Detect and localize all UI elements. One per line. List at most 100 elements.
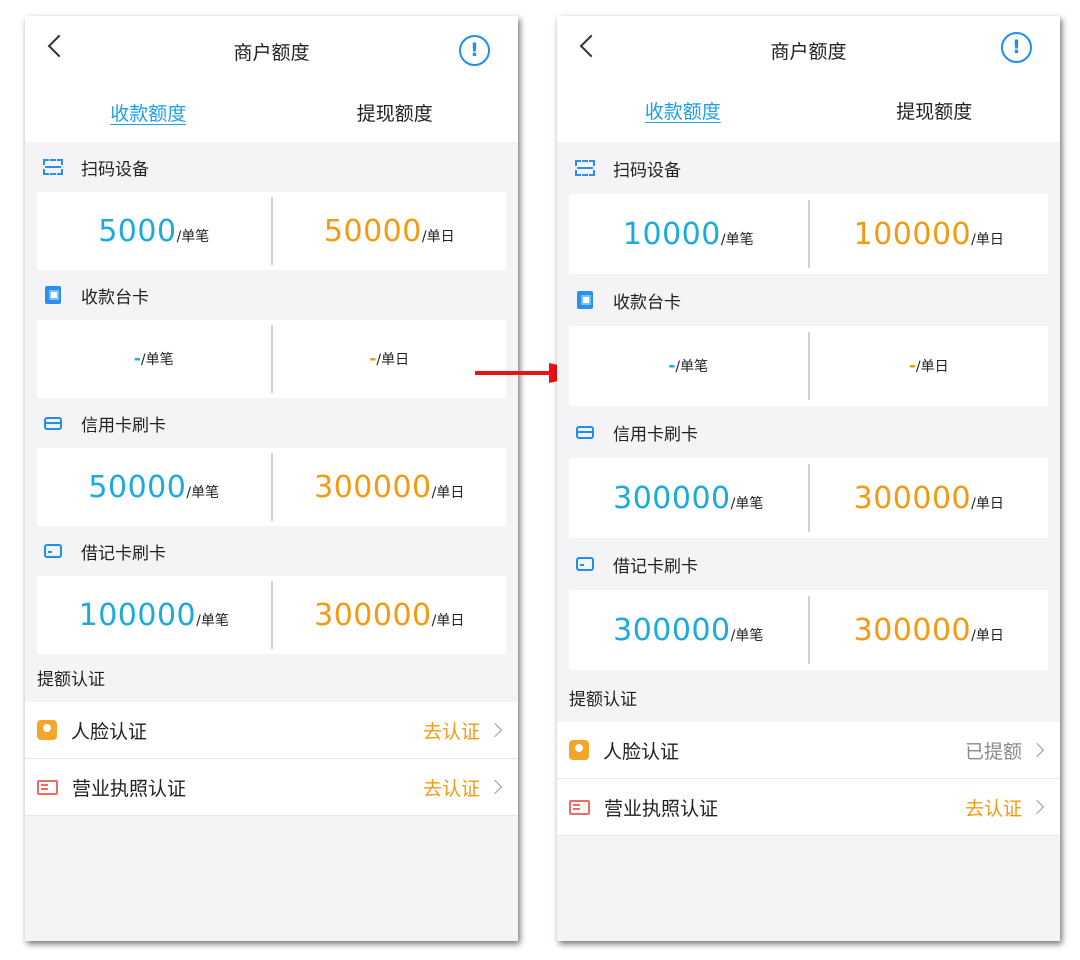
cert-label: 人脸认证: [71, 720, 148, 743]
info-icon[interactable]: !: [1001, 32, 1032, 63]
daily-limit-unit: /单日: [431, 484, 465, 501]
cert-row-license[interactable]: 营业执照认证 去认证: [557, 779, 1060, 836]
daily-limit-value: 300000: [314, 469, 432, 505]
chevron-right-icon: [487, 779, 503, 795]
single-limit-value: 10000: [622, 216, 721, 252]
single-limit-unit: /单笔: [176, 228, 210, 245]
daily-limit: 100000/单日: [810, 217, 1049, 252]
page-title: 商户额度: [770, 41, 847, 63]
single-limit-unit: /单笔: [140, 352, 174, 368]
daily-limit-unit: /单日: [971, 495, 1004, 512]
tab-withdraw-limit[interactable]: 提现额度: [809, 82, 1061, 142]
single-limit-unit: /单笔: [186, 484, 220, 501]
section-title: 信用卡刷卡: [81, 415, 166, 436]
qr-card-icon: [575, 291, 595, 309]
cert-status: 已提额: [964, 740, 1022, 763]
single-limit-unit: /单笔: [675, 359, 709, 375]
single-limit-value: 5000: [98, 213, 177, 249]
chevron-right-icon: [1029, 742, 1045, 758]
license-icon: [569, 799, 590, 815]
phone-screen-before: 商户额度 ! 收款额度 提现额度 扫码设备 5000/单笔 50000/单日 收…: [25, 16, 518, 941]
cert-status: 去认证: [422, 720, 480, 743]
daily-limit-value: -: [908, 356, 916, 376]
header: 商户额度 !: [25, 16, 518, 86]
single-limit-unit: /单笔: [196, 612, 229, 629]
daily-limit-value: 50000: [323, 213, 422, 249]
section-qr-card: 收款台卡: [557, 274, 1060, 326]
single-limit: 10000/单笔: [569, 217, 808, 252]
section-title: 扫码设备: [81, 159, 149, 180]
credit-card-icon: [575, 423, 595, 441]
single-limit-unit: /单笔: [730, 627, 764, 644]
daily-limit: 300000/单日: [810, 613, 1049, 648]
cert-row-face[interactable]: 人脸认证 去认证: [25, 702, 518, 759]
single-limit-value: 300000: [613, 612, 731, 648]
credit-card-icon: [43, 414, 63, 432]
info-icon[interactable]: !: [459, 35, 490, 66]
chevron-right-icon: [487, 722, 503, 738]
cert-row-face[interactable]: 人脸认证 已提额: [557, 722, 1060, 779]
cert-label: 人脸认证: [603, 740, 680, 763]
scan-icon: [43, 158, 63, 176]
cert-row-license[interactable]: 营业执照认证 去认证: [25, 759, 518, 816]
qr-card-icon: [43, 286, 63, 304]
single-limit: 300000/单笔: [569, 613, 808, 648]
face-icon: [37, 720, 57, 740]
single-limit-value: -: [133, 349, 141, 369]
daily-limit-unit: /单日: [971, 627, 1004, 644]
section-title: 借记卡刷卡: [613, 556, 698, 577]
single-limit: 300000/单笔: [569, 481, 808, 516]
section-credit-card: 信用卡刷卡: [557, 406, 1060, 458]
daily-limit: 300000/单日: [273, 598, 507, 633]
daily-limit: 300000/单日: [810, 481, 1049, 516]
single-limit: 100000/单笔: [37, 598, 271, 633]
header: 商户额度 !: [557, 16, 1060, 82]
chevron-right-icon: [1029, 799, 1045, 815]
scan-icon: [575, 159, 595, 177]
section-qr-card: 收款台卡: [25, 270, 518, 320]
single-limit-unit: /单笔: [720, 231, 754, 248]
daily-limit-value: 300000: [853, 612, 972, 648]
limit-row: 10000/单笔 100000/单日: [569, 194, 1048, 274]
single-limit-value: 100000: [78, 597, 197, 633]
section-debit-card: 借记卡刷卡: [557, 538, 1060, 590]
tab-withdraw-limit[interactable]: 提现额度: [272, 86, 519, 142]
debit-card-icon: [575, 555, 595, 573]
daily-limit-unit: /单日: [971, 231, 1004, 248]
cert-label: 营业执照认证: [604, 797, 719, 820]
tab-bar: 收款额度 提现额度: [25, 86, 518, 142]
limit-row: 100000/单笔 300000/单日: [37, 576, 506, 654]
limit-row: 300000/单笔 300000/单日: [569, 458, 1048, 538]
tab-collection-limit[interactable]: 收款额度: [557, 82, 809, 142]
single-limit: 50000/单笔: [37, 470, 271, 505]
single-limit: -/单笔: [569, 356, 808, 376]
section-title: 收款台卡: [613, 292, 681, 313]
tab-collection-limit[interactable]: 收款额度: [25, 86, 272, 142]
daily-limit-value: 100000: [853, 216, 972, 252]
phone-screen-after: 商户额度 ! 收款额度 提现额度 扫码设备 10000/单笔 100000/单日…: [557, 16, 1060, 941]
debit-card-icon: [43, 542, 63, 560]
section-scan-device: 扫码设备: [557, 142, 1060, 194]
single-limit: 5000/单笔: [37, 214, 271, 249]
cert-section-title: 提额认证: [569, 690, 637, 710]
daily-limit: -/单日: [273, 349, 507, 369]
single-limit: -/单笔: [37, 349, 271, 369]
single-limit-value: 50000: [88, 469, 187, 505]
section-scan-device: 扫码设备: [25, 142, 518, 192]
single-limit-unit: /单笔: [730, 495, 764, 512]
page-title: 商户额度: [233, 42, 310, 64]
daily-limit: 50000/单日: [273, 214, 507, 249]
cert-status: 去认证: [964, 797, 1022, 820]
section-title: 收款台卡: [81, 287, 149, 308]
daily-limit-unit: /单日: [421, 228, 455, 245]
daily-limit: 300000/单日: [273, 470, 507, 505]
transition-arrow-line: [475, 371, 549, 375]
limit-row: -/单笔 -/单日: [37, 320, 506, 398]
limit-row: 50000/单笔 300000/单日: [37, 448, 506, 526]
daily-limit-unit: /单日: [431, 612, 465, 629]
face-icon: [569, 740, 589, 760]
daily-limit-unit: /单日: [376, 352, 410, 368]
daily-limit-value: 300000: [853, 480, 972, 516]
limit-row: 300000/单笔 300000/单日: [569, 590, 1048, 670]
daily-limit-unit: /单日: [915, 359, 949, 375]
